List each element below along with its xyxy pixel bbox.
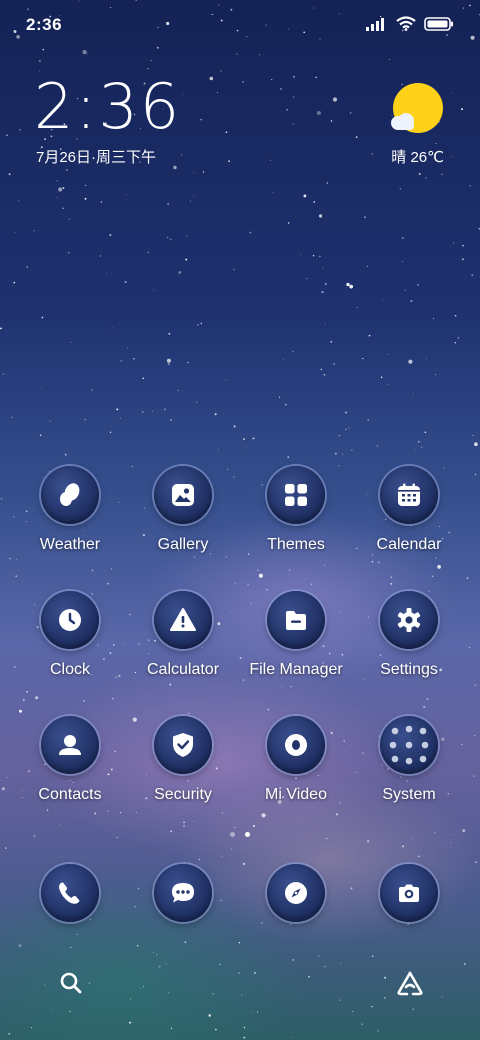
message-icon xyxy=(154,864,212,922)
app-label: Themes xyxy=(267,536,325,553)
clock-icon xyxy=(41,591,99,649)
app-gallery[interactable]: Gallery xyxy=(127,466,239,554)
clock-widget-date[interactable]: 7月26日·周三下午 xyxy=(36,146,156,167)
page-dot xyxy=(245,832,250,837)
app-label: Security xyxy=(154,786,212,803)
wifi-icon xyxy=(396,16,416,31)
status-bar: 2:36 xyxy=(0,0,480,52)
video-icon xyxy=(267,716,325,774)
dock-browser[interactable] xyxy=(240,864,352,922)
gear-icon xyxy=(380,591,438,649)
app-clock[interactable]: Clock xyxy=(14,591,126,679)
calculator-icon xyxy=(154,591,212,649)
app-label: Contacts xyxy=(38,786,102,803)
status-time: 2:36 xyxy=(26,15,63,34)
themes-icon xyxy=(267,466,325,524)
calendar-icon xyxy=(380,466,438,524)
app-label: Mi Video xyxy=(265,786,327,803)
weather-icon xyxy=(41,466,99,524)
app-security[interactable]: Security xyxy=(127,716,239,804)
gallery-icon xyxy=(154,466,212,524)
page-indicator xyxy=(0,832,480,837)
app-label: Gallery xyxy=(157,536,209,553)
dock-camera[interactable] xyxy=(353,864,465,922)
search-icon[interactable] xyxy=(54,966,88,1000)
dock-messages[interactable] xyxy=(127,864,239,922)
app-label: System xyxy=(382,786,436,803)
sun-cloud-icon xyxy=(391,83,443,133)
system-folder-icon xyxy=(380,716,438,774)
app-label: Calendar xyxy=(376,536,442,553)
contacts-icon xyxy=(41,716,99,774)
clock-widget-time[interactable]: 2:36 xyxy=(34,76,181,138)
app-label: Settings xyxy=(380,661,438,678)
app-label: Weather xyxy=(39,536,101,553)
app-label: Calculator xyxy=(146,661,220,678)
camera-icon xyxy=(380,864,438,922)
weather-temperature: 晴 26℃ xyxy=(391,149,444,166)
app-contacts[interactable]: Contacts xyxy=(14,716,126,804)
cellular-signal-icon xyxy=(366,17,384,31)
app-vault-icon[interactable] xyxy=(393,966,427,1000)
battery-icon xyxy=(424,16,453,31)
app-settings[interactable]: Settings xyxy=(353,591,465,679)
app-calculator[interactable]: Calculator xyxy=(127,591,239,679)
app-label: File Manager xyxy=(249,661,343,678)
dock-phone[interactable] xyxy=(14,864,126,922)
folder-icon xyxy=(267,591,325,649)
app-calendar[interactable]: Calendar xyxy=(353,466,465,554)
app-file-manager[interactable]: File Manager xyxy=(240,591,352,679)
weather-widget[interactable]: 晴 26℃ xyxy=(388,82,444,166)
app-mi-video[interactable]: Mi Video xyxy=(240,716,352,804)
phone-icon xyxy=(41,864,99,922)
page-dot xyxy=(230,832,235,837)
app-weather[interactable]: Weather xyxy=(14,466,126,554)
shield-icon xyxy=(154,716,212,774)
compass-icon xyxy=(267,864,325,922)
app-label: Clock xyxy=(49,661,90,678)
app-system-folder[interactable]: System xyxy=(353,716,465,804)
app-themes[interactable]: Themes xyxy=(240,466,352,554)
